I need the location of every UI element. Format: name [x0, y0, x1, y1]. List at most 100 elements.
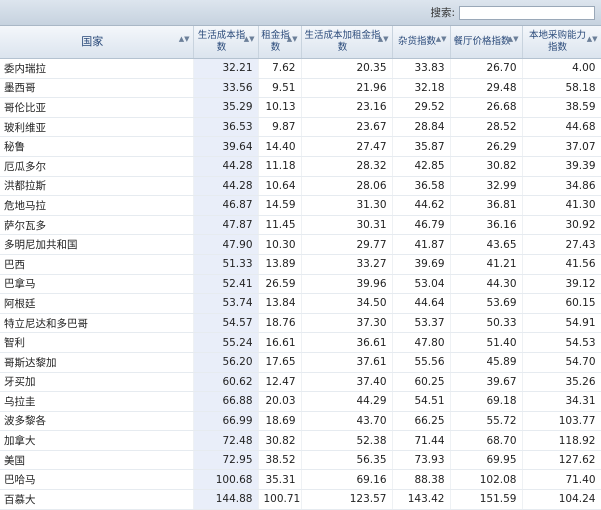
cost-plus-rent-cell: 28.32 [301, 156, 393, 177]
cost-of-living-cell: 60.62 [193, 372, 259, 393]
purchasing-power-cell: 71.40 [522, 469, 601, 491]
purchasing-power-cell: 60.15 [522, 293, 601, 314]
column-header-label: 生活成本加租金指数 [304, 30, 381, 53]
groceries-cell: 42.85 [392, 156, 451, 177]
column-header-purchasing-power[interactable]: 本地采购能力指数 ▲▼ [522, 26, 601, 59]
groceries-cell: 28.84 [392, 117, 451, 138]
table-body: 委内瑞拉 32.21 7.62 20.35 33.83 26.70 4.00 墨西哥 33.56… [0, 58, 601, 510]
rent-cell: 30.82 [258, 430, 302, 451]
cost-of-living-cell: 35.29 [193, 97, 259, 118]
cost-plus-rent-cell: 123.57 [301, 489, 393, 510]
cost-of-living-cell: 72.48 [193, 430, 259, 451]
country-cell: 哥伦比亚 [0, 97, 194, 118]
rent-cell: 18.76 [258, 313, 302, 334]
cost-of-living-cell: 72.95 [193, 450, 259, 471]
column-header-cost-of-living[interactable]: 生活成本指数 ▲▼ [193, 26, 259, 59]
rent-cell: 17.65 [258, 352, 302, 373]
rent-cell: 16.61 [258, 332, 302, 353]
cost-of-living-cell: 54.57 [193, 313, 259, 334]
groceries-cell: 60.25 [392, 372, 451, 393]
groceries-cell: 71.44 [392, 430, 451, 451]
rent-cell: 9.51 [258, 78, 302, 99]
restaurant-cell: 44.30 [450, 274, 523, 295]
country-cell: 加拿大 [0, 430, 194, 451]
search-input[interactable] [459, 5, 595, 20]
cost-of-living-cell: 52.41 [193, 274, 259, 295]
rent-cell: 14.59 [258, 195, 302, 216]
groceries-cell: 36.58 [392, 176, 451, 197]
column-header-country[interactable]: 国家 ▲▼ [0, 26, 194, 59]
column-header-groceries[interactable]: 杂货指数 ▲▼ [392, 26, 451, 59]
table-row: 波多黎各 66.99 18.69 43.70 66.25 55.72 103.77 [0, 411, 601, 432]
country-cell: 乌拉圭 [0, 391, 194, 412]
purchasing-power-cell: 54.70 [522, 352, 601, 373]
cost-of-living-cell: 32.21 [193, 58, 259, 79]
sort-icon: ▲▼ [377, 35, 389, 43]
purchasing-power-cell: 54.53 [522, 332, 601, 353]
rent-cell: 12.47 [258, 372, 302, 393]
groceries-cell: 55.56 [392, 352, 451, 373]
restaurant-cell: 26.68 [450, 97, 523, 118]
country-cell: 特立尼达和多巴哥 [0, 313, 194, 334]
table-row: 洪都拉斯 44.28 10.64 28.06 36.58 32.99 34.86 [0, 176, 601, 197]
cost-plus-rent-cell: 31.30 [301, 195, 393, 216]
rent-cell: 11.18 [258, 156, 302, 177]
sort-icon: ▲▼ [435, 35, 447, 43]
restaurant-cell: 50.33 [450, 313, 523, 334]
rent-cell: 7.62 [258, 58, 302, 79]
sort-icon: ▲▼ [586, 35, 598, 43]
cost-of-living-cell: 44.28 [193, 156, 259, 177]
column-header-cost-plus-rent[interactable]: 生活成本加租金指数 ▲▼ [301, 26, 393, 59]
cost-plus-rent-cell: 34.50 [301, 293, 393, 314]
cost-plus-rent-cell: 37.61 [301, 352, 393, 373]
groceries-cell: 33.83 [392, 58, 451, 79]
country-cell: 巴拿马 [0, 274, 194, 295]
purchasing-power-cell: 35.26 [522, 372, 601, 393]
cost-plus-rent-cell: 21.96 [301, 78, 393, 99]
column-header-rent[interactable]: 租金指数 ▲▼ [258, 26, 302, 59]
rent-cell: 13.89 [258, 254, 302, 275]
restaurant-cell: 53.69 [450, 293, 523, 314]
table-row: 阿根廷 53.74 13.84 34.50 44.64 53.69 60.15 [0, 293, 601, 314]
table-row: 哥斯达黎加 56.20 17.65 37.61 55.56 45.89 54.70 [0, 352, 601, 373]
groceries-cell: 46.79 [392, 215, 451, 236]
purchasing-power-cell: 39.39 [522, 156, 601, 177]
table-row: 秘鲁 39.64 14.40 27.47 35.87 26.29 37.07 [0, 136, 601, 157]
groceries-cell: 44.64 [392, 293, 451, 314]
restaurant-cell: 51.40 [450, 332, 523, 353]
table-row: 百慕大 144.88 100.71 123.57 143.42 151.59 104.24 [0, 489, 601, 510]
cost-of-living-cell: 33.56 [193, 78, 259, 99]
country-cell: 阿根廷 [0, 293, 194, 314]
rent-cell: 13.84 [258, 293, 302, 314]
restaurant-cell: 55.72 [450, 411, 523, 432]
cost-of-living-cell: 144.88 [193, 489, 259, 510]
restaurant-cell: 43.65 [450, 234, 523, 255]
cost-plus-rent-cell: 30.31 [301, 215, 393, 236]
restaurant-cell: 36.16 [450, 215, 523, 236]
table-row: 厄瓜多尔 44.28 11.18 28.32 42.85 30.82 39.39 [0, 156, 601, 177]
purchasing-power-cell: 27.43 [522, 234, 601, 255]
purchasing-power-cell: 127.62 [522, 450, 601, 471]
purchasing-power-cell: 4.00 [522, 58, 601, 79]
cost-of-living-cell: 46.87 [193, 195, 259, 216]
rent-cell: 10.13 [258, 97, 302, 118]
country-cell: 智利 [0, 332, 194, 353]
rent-cell: 18.69 [258, 411, 302, 432]
groceries-cell: 44.62 [392, 195, 451, 216]
cost-plus-rent-cell: 23.16 [301, 97, 393, 118]
groceries-cell: 41.87 [392, 234, 451, 255]
country-cell: 巴西 [0, 254, 194, 275]
restaurant-cell: 68.70 [450, 430, 523, 451]
groceries-cell: 143.42 [392, 489, 451, 510]
column-header-restaurant[interactable]: 餐厅价格指数 ▲▼ [450, 26, 523, 59]
groceries-cell: 39.69 [392, 254, 451, 275]
restaurant-cell: 26.29 [450, 136, 523, 157]
cost-of-living-cell: 100.68 [193, 469, 259, 491]
rent-cell: 10.30 [258, 234, 302, 255]
country-cell: 哥斯达黎加 [0, 352, 194, 373]
cost-plus-rent-cell: 52.38 [301, 430, 393, 451]
country-cell: 洪都拉斯 [0, 176, 194, 197]
cost-plus-rent-cell: 29.77 [301, 234, 393, 255]
restaurant-cell: 39.67 [450, 372, 523, 393]
table-row: 哥伦比亚 35.29 10.13 23.16 29.52 26.68 38.59 [0, 97, 601, 118]
